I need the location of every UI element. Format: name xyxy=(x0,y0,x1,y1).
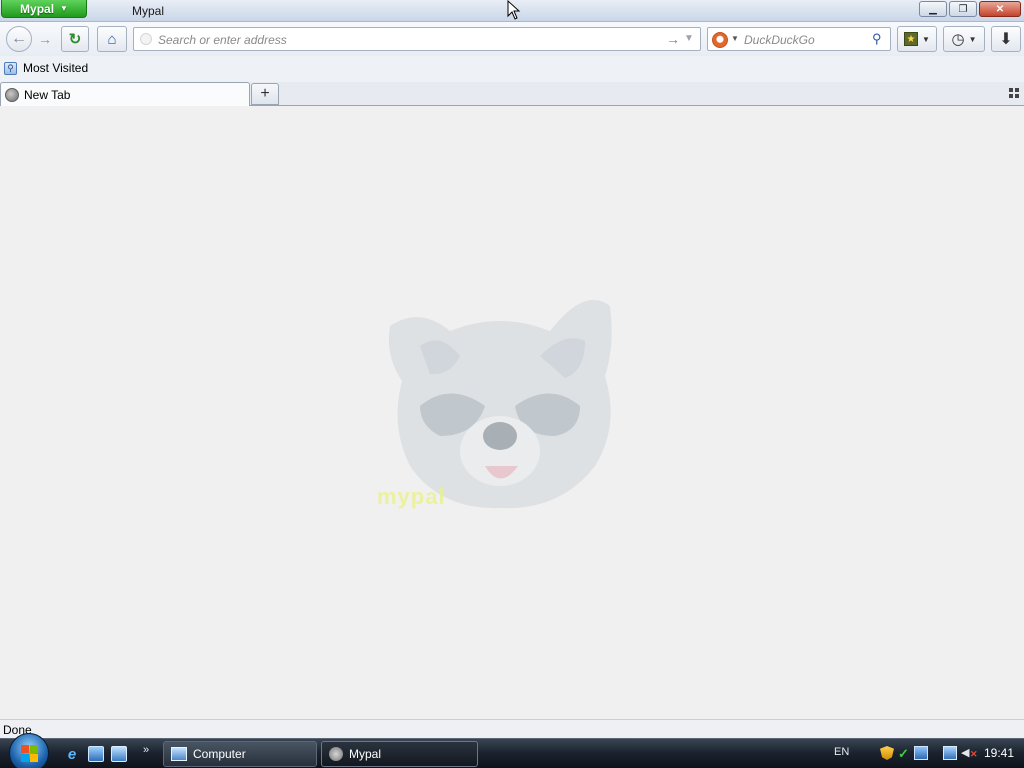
url-dropdown-icon[interactable]: ▼ xyxy=(684,33,694,44)
plus-icon: + xyxy=(260,85,270,102)
reload-icon: ↻ xyxy=(68,31,82,48)
minimize-button[interactable]: ▁ xyxy=(919,1,947,17)
home-button[interactable]: ⌂ xyxy=(97,26,127,52)
quicklaunch-overflow-icon[interactable]: » xyxy=(143,744,149,756)
tab-label: New Tab xyxy=(24,87,71,102)
new-tab-button[interactable]: + xyxy=(251,83,279,105)
history-button[interactable]: ◷ ▼ xyxy=(943,26,985,52)
window-controls: ▁ ❐ ✕ xyxy=(919,1,1021,17)
logo-wordmark: mypal xyxy=(377,484,446,509)
close-icon: ✕ xyxy=(995,3,1005,15)
chevron-down-icon: ▼ xyxy=(968,34,977,44)
tab-new-tab[interactable]: New Tab xyxy=(0,82,250,106)
taskbar-button-mypal[interactable]: Mypal xyxy=(321,741,478,767)
app-menu-label: Mypal xyxy=(20,1,55,16)
mypal-icon xyxy=(329,747,343,761)
clock-icon: ◷ xyxy=(951,31,965,48)
forward-button[interactable]: → xyxy=(34,26,56,52)
chevron-down-icon: ▼ xyxy=(60,4,68,13)
navigation-toolbar: ← → ↻ ⌂ → ▼ ▼ ⚲ ★ ▼ ◷ ▼ ⬇ xyxy=(0,22,1024,56)
checkmark-icon[interactable]: ✓ xyxy=(898,746,912,761)
bookmarks-menu-button[interactable]: ★ ▼ xyxy=(897,26,937,52)
system-clock[interactable]: 19:41 xyxy=(984,746,1014,760)
window-title: Mypal xyxy=(132,4,165,18)
forward-arrow-icon: → xyxy=(38,31,52,47)
raccoon-logo xyxy=(388,299,612,509)
back-arrow-icon: ← xyxy=(11,30,27,47)
search-input[interactable] xyxy=(744,31,864,48)
taskbar-button-label: Computer xyxy=(193,747,246,761)
chevron-down-icon: ▼ xyxy=(922,34,930,44)
mute-icon: ✕ xyxy=(970,749,978,759)
bookmark-label: Most Visited xyxy=(23,61,89,75)
internet-explorer-icon[interactable]: e xyxy=(64,746,80,763)
status-bar: Done xyxy=(0,719,1024,738)
globe-icon xyxy=(5,87,19,102)
switch-windows-icon[interactable] xyxy=(111,746,127,762)
computer-icon xyxy=(171,747,187,761)
search-icon[interactable]: ⚲ xyxy=(872,31,882,47)
url-input[interactable] xyxy=(158,31,658,48)
page-content: mypal xyxy=(0,106,1024,719)
restore-button[interactable]: ❐ xyxy=(949,1,977,17)
taskbar-button-computer[interactable]: Computer xyxy=(163,741,317,767)
network-icon[interactable] xyxy=(914,746,928,760)
language-indicator[interactable]: EN xyxy=(834,746,849,758)
reload-button[interactable]: ↻ xyxy=(61,26,89,52)
bookmark-folder-icon: ⚲ xyxy=(4,61,17,75)
address-bar[interactable]: → ▼ xyxy=(133,27,701,51)
start-button[interactable] xyxy=(9,733,49,768)
duckduckgo-engine-icon[interactable] xyxy=(712,32,728,48)
windows-taskbar: e » Computer Mypal EN ✓ ◀ ✕ 19:41 xyxy=(0,733,1024,768)
mouse-cursor-icon xyxy=(507,0,521,20)
security-shield-icon[interactable] xyxy=(880,746,894,760)
bookmark-most-visited[interactable]: ⚲ Most Visited xyxy=(4,61,88,75)
tab-list-button[interactable] xyxy=(1009,88,1019,98)
back-button[interactable]: ← xyxy=(6,26,32,52)
home-icon: ⌂ xyxy=(107,30,117,48)
chevron-down-icon[interactable]: ▼ xyxy=(731,34,739,43)
search-bar[interactable]: ▼ ⚲ xyxy=(707,27,891,51)
downloads-button[interactable]: ⬇ xyxy=(991,26,1021,52)
restore-icon: ❐ xyxy=(958,3,968,15)
show-desktop-icon[interactable] xyxy=(88,746,104,762)
site-identity-icon xyxy=(140,33,152,45)
bookmarks-toolbar: ⚲ Most Visited xyxy=(0,56,1024,82)
tab-strip: New Tab + xyxy=(0,82,1024,106)
app-menu-button[interactable]: Mypal ▼ xyxy=(1,0,87,18)
taskbar-button-label: Mypal xyxy=(349,747,382,761)
minimize-icon: ▁ xyxy=(929,3,937,15)
download-arrow-icon: ⬇ xyxy=(999,31,1013,48)
monitor-icon[interactable] xyxy=(943,746,957,760)
bookmark-star-icon: ★ xyxy=(904,32,919,46)
close-button[interactable]: ✕ xyxy=(979,1,1021,17)
go-arrow-icon[interactable]: → xyxy=(666,31,680,47)
